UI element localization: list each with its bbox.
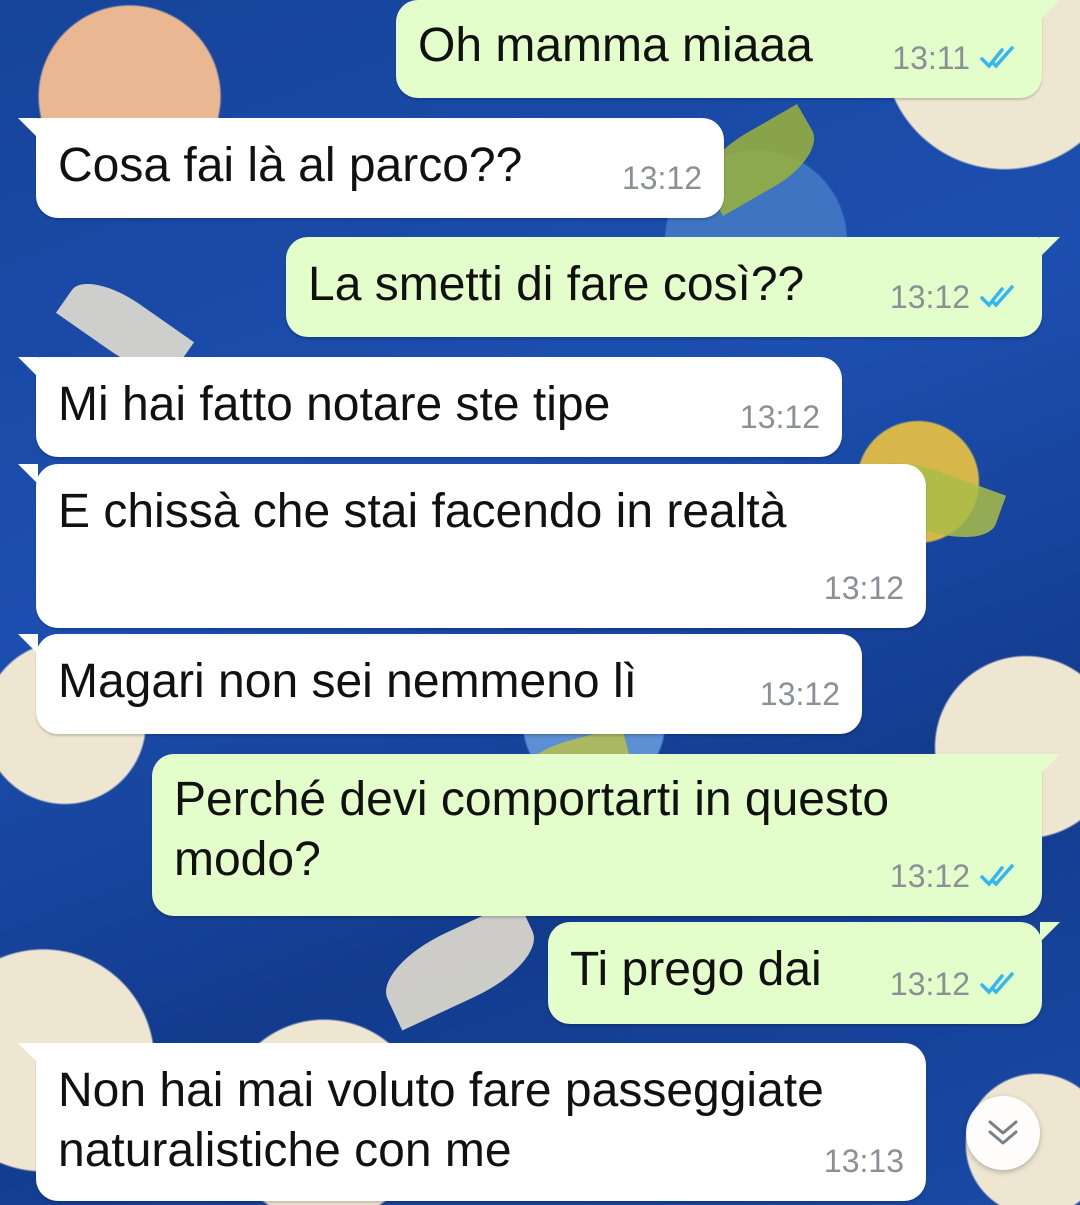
message-text: Mi hai fatto notare ste tipe [58,378,611,431]
message-time: 13:11 [892,40,970,76]
message-bubble-incoming[interactable]: Non hai mai voluto fare passeggiate natu… [18,1043,926,1201]
message-time: 13:12 [823,570,904,606]
message-time: 13:13 [823,1143,904,1179]
message-time: 13:12 [889,279,970,315]
scroll-to-bottom-button[interactable] [966,1096,1040,1170]
message-bubble-incoming[interactable]: E chissà che stai facendo in realtà 13:1… [18,464,926,628]
message-bubble-outgoing[interactable]: La smetti di fare così?? 13:12 [286,237,1060,337]
message-meta: 13:13 [824,1131,904,1191]
double-chevron-down-icon [988,1120,1018,1145]
message-meta: 13:12 [760,664,840,724]
message-text: Cosa fai là al parco?? [58,139,523,192]
message-time: 13:12 [759,676,840,712]
double-check-icon [980,864,1014,887]
message-meta: 13:12 [740,387,820,447]
message-bubble-outgoing[interactable]: Oh mamma miaaa 13:11 [396,0,1060,98]
message-text: Non hai mai voluto fare passeggiate natu… [58,1064,824,1177]
message-time: 13:12 [621,160,702,196]
message-meta: 13:12 [890,954,1020,1014]
double-check-icon [980,46,1014,69]
message-time: 13:12 [739,399,820,435]
message-meta: 13:11 [892,28,1020,88]
message-meta: 13:12 [890,267,1020,327]
double-check-icon [980,972,1014,995]
message-text: E chissà che stai facendo in realtà [58,485,787,538]
message-text: Magari non sei nemmeno lì [58,655,637,708]
message-bubble-outgoing[interactable]: Ti prego dai 13:12 [548,922,1060,1024]
message-bubble-incoming[interactable]: Cosa fai là al parco?? 13:12 [18,118,724,218]
message-time: 13:12 [889,858,970,894]
message-meta: 13:12 [824,558,904,618]
message-meta: 13:12 [890,846,1020,906]
message-bubble-incoming[interactable]: Magari non sei nemmeno lì 13:12 [18,634,862,734]
message-bubble-outgoing[interactable]: Perché devi comportarti in questo modo? … [152,754,1060,916]
message-time: 13:12 [889,966,970,1002]
double-check-icon [980,285,1014,308]
message-bubble-incoming[interactable]: Mi hai fatto notare ste tipe 13:12 [18,357,842,457]
message-meta: 13:12 [622,148,702,208]
